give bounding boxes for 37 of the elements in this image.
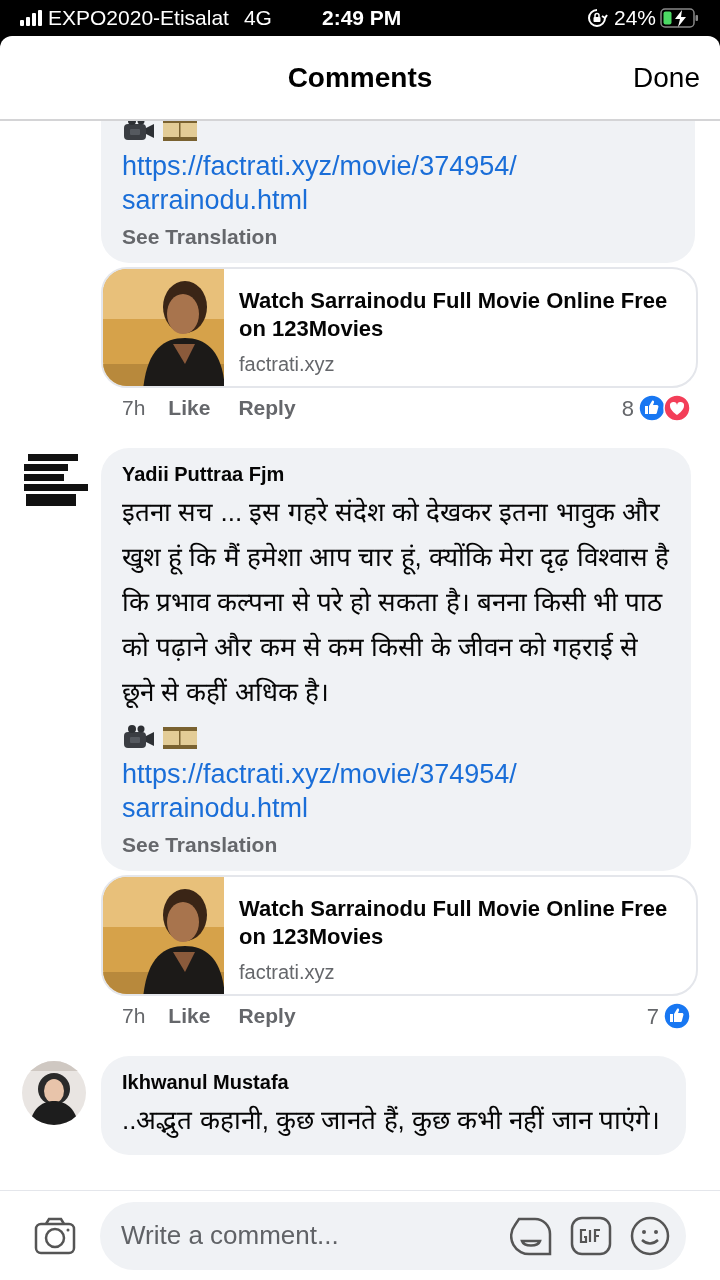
camera-icon[interactable] [34,1216,76,1255]
like-button[interactable]: Like [168,1000,211,1032]
battery-icon [660,7,700,29]
link[interactable]: https://factrati.xyz/movie/374954/sarrainodu.html [122,149,674,217]
preview-domain: factrati.xyz [239,960,336,985]
preview-title: Watch Sarrainodu Full Movie Online Free on 123Movies [239,287,669,343]
comment-text: ..अद्भुत कहानी, कुछ जानते हैं, कुछ कभी नहीं जान पाएंगे। [122,1098,665,1143]
see-translation-link[interactable]: See Translation [122,831,278,859]
battery-percent: 24% [613,5,656,32]
reply-button[interactable]: Reply [238,1000,296,1032]
preview-title: Watch Sarrainodu Full Movie Online Free on 123Movies [239,895,669,951]
comment-field[interactable]: Write a comment... [100,1201,686,1270]
reply-button[interactable]: Reply [238,392,296,424]
comment-time: 7h [122,1003,146,1030]
done-button[interactable]: Done [633,56,700,99]
film-strip-icon [162,121,198,144]
comment-author[interactable]: Ikhwanul Mustafa [122,1068,665,1096]
gif-icon[interactable] [570,1215,612,1256]
comment-text: इतना सच ... इस गहरे संदेश को देखकर इतना भावुक और खुश हूं कि मैं हमेशा आप चार हूं, क्योंकि मेरा दृढ़ विश्वास है कि प्रभाव कल्पना से परे हो सकता है। बनना किसी भी पाठ को पढ़ाने और कम से कम किसी के जीवन को गहराई से छूने से कहीं अधिक है। [122,496,670,710]
preview-domain: factrati.xyz [239,352,336,377]
link[interactable]: https://factrati.xyz/movie/374954/sarrainodu.html [122,757,670,825]
comment-time: 7h [122,395,146,422]
network-type: 4G [243,5,272,32]
emoji-icon[interactable] [630,1215,670,1256]
reaction-count: 7 [646,1002,659,1031]
comment-author[interactable]: Yadii Puttraa Fjm [122,460,670,488]
film-strip-icon [162,724,198,752]
signal-icon [20,10,42,26]
header-title: Comments [287,60,433,95]
like-button[interactable]: Like [168,392,211,424]
clock: 2:49 PM [321,5,402,32]
reaction-count: 8 [621,394,634,423]
link-preview-card[interactable]: Watch Sarrainodu Full Movie Online Free on 123Movies factrati.xyz [101,875,698,996]
carrier-name: EXPO2020-Etisalat [48,5,229,32]
link-preview-card[interactable]: Watch Sarrainodu Full Movie Online Free on 123Movies factrati.xyz [101,267,698,388]
see-translation-link[interactable]: See Translation [122,223,278,251]
rotation-lock-icon [585,7,608,29]
